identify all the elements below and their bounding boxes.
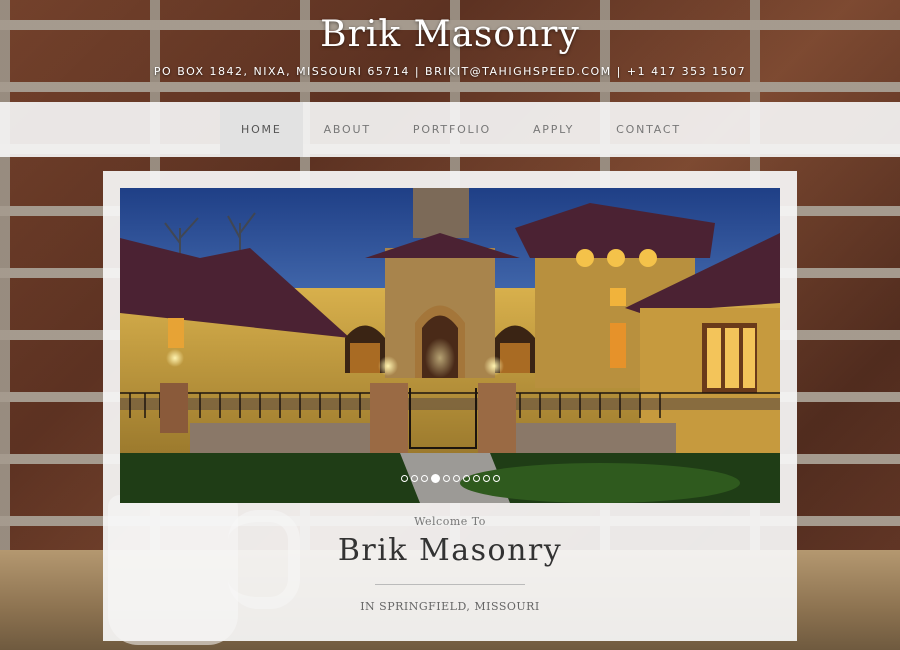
slider-dot[interactable]: [400, 475, 408, 482]
nav-item-portfolio[interactable]: PORTFOLIO: [392, 102, 512, 157]
slider-dot[interactable]: [492, 475, 500, 482]
welcome-text: Welcome To: [414, 515, 486, 528]
slider-dot[interactable]: [442, 475, 450, 482]
nav-item-about[interactable]: ABOUT: [303, 102, 392, 157]
slider-dot[interactable]: [462, 475, 470, 482]
nav-list: HOME ABOUT PORTFOLIO APPLY CONTACT: [220, 102, 702, 157]
nav-item-apply[interactable]: APPLY: [512, 102, 595, 157]
hero-title: Brik Masonry: [337, 533, 563, 568]
nav-item-home[interactable]: HOME: [220, 102, 303, 157]
site-header: Brik Masonry PO BOX 1842, NIXA, MISSOURI…: [0, 0, 900, 102]
slider-dot-active[interactable]: [430, 474, 440, 483]
content-panel: Welcome To Brik Masonry IN SPRINGFIELD, …: [103, 171, 797, 641]
slider-dot[interactable]: [420, 475, 428, 482]
slider-dot[interactable]: [410, 475, 418, 482]
site-title[interactable]: Brik Masonry: [0, 14, 900, 55]
divider: [375, 584, 525, 585]
slider-dot[interactable]: [482, 475, 490, 482]
house-photo: [120, 188, 780, 503]
image-slider[interactable]: [120, 188, 780, 503]
slider-dot[interactable]: [452, 475, 460, 482]
nav-item-contact[interactable]: CONTACT: [595, 102, 702, 157]
slider-dots: [120, 474, 780, 483]
main-navigation: HOME ABOUT PORTFOLIO APPLY CONTACT: [0, 102, 900, 157]
location-text: IN SPRINGFIELD, MISSOURI: [360, 600, 540, 613]
site-contact-info: PO BOX 1842, NIXA, MISSOURI 65714 | BRIK…: [153, 65, 747, 78]
slider-dot[interactable]: [472, 475, 480, 482]
